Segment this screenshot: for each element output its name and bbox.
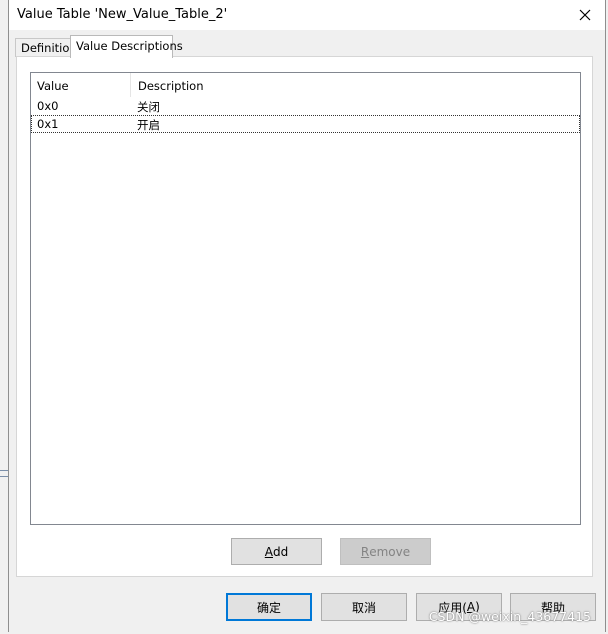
background-window-edge — [0, 476, 8, 477]
window-title: Value Table 'New_Value_Table_2' — [17, 7, 228, 22]
remove-button-mnemonic: R — [360, 544, 370, 559]
tab-strip: Definition Value Descriptions — [15, 35, 595, 58]
value-descriptions-list[interactable]: Value Description 0x0 关闭 0x1 开启 — [30, 72, 581, 525]
ok-button[interactable]: 确定 — [226, 593, 312, 621]
cancel-button[interactable]: 取消 — [321, 593, 407, 621]
add-button[interactable]: Add — [231, 538, 322, 565]
row-description: 关闭 — [137, 100, 160, 114]
row-description: 开启 — [137, 118, 160, 132]
value-table-dialog: Value Table 'New_Value_Table_2' Definiti… — [8, 0, 606, 632]
row-value: 0x1 — [37, 117, 59, 131]
row-value: 0x0 — [37, 99, 59, 113]
tab-definition[interactable]: Definition — [15, 38, 77, 57]
column-header-value[interactable]: Value — [31, 73, 131, 97]
table-row[interactable]: 0x0 关闭 — [31, 97, 580, 115]
remove-button-label-rest: emove — [369, 544, 411, 559]
value-descriptions-panel: Value Description 0x0 关闭 0x1 开启 Add Remo… — [16, 56, 593, 577]
remove-button[interactable]: Remove — [340, 538, 431, 565]
background-window-edge — [0, 470, 8, 471]
list-header: Value Description — [31, 73, 580, 97]
column-header-description[interactable]: Description — [132, 73, 580, 97]
tab-value-descriptions[interactable]: Value Descriptions — [70, 35, 183, 58]
close-button[interactable] — [565, 0, 605, 30]
title-bar: Value Table 'New_Value_Table_2' — [9, 0, 605, 30]
add-button-label-rest: dd — [272, 544, 289, 559]
watermark: CSDN @weixin_43677415 — [428, 609, 591, 624]
add-button-mnemonic: A — [264, 544, 273, 559]
table-row[interactable]: 0x1 开启 — [31, 115, 580, 133]
close-icon — [579, 9, 591, 21]
